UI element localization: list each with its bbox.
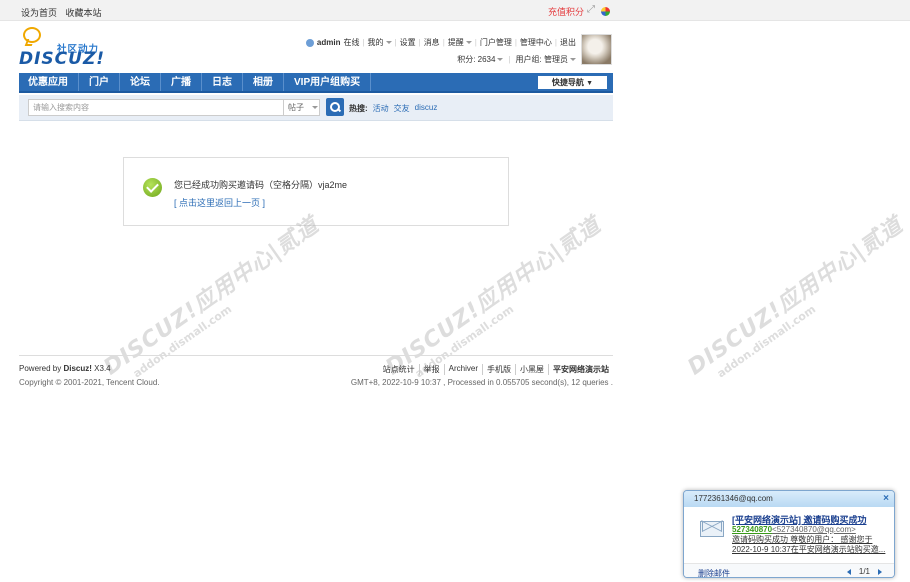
mail-sender[interactable]: 527340870<527340870@qq.com> xyxy=(732,525,856,534)
user-icon xyxy=(305,38,314,47)
hot-search-term[interactable]: 交友 xyxy=(394,103,410,114)
usergroup-menu[interactable]: 用户组: 管理员 xyxy=(516,54,576,65)
chevron-down-icon xyxy=(385,41,392,45)
check-circle-icon xyxy=(143,178,162,197)
mail-account: 1772361346@qq.com xyxy=(694,494,773,503)
footer-link-report[interactable]: 举报 xyxy=(418,364,444,375)
nav-item-album[interactable]: 相册 xyxy=(243,73,284,91)
credits-menu[interactable]: 积分: 2634 xyxy=(457,54,504,65)
speech-bubble-icon xyxy=(23,27,41,43)
chevron-down-icon xyxy=(312,106,319,110)
watermark: DISCUZ!应用中心|贰道 addon.dismall.com xyxy=(683,212,908,381)
avatar[interactable] xyxy=(581,34,612,65)
footer-processing-info: GMT+8, 2022-10-9 10:37 , Processed in 0.… xyxy=(350,378,613,387)
logout-link[interactable]: 退出 xyxy=(560,37,576,48)
nav-item-forum[interactable]: 论坛 xyxy=(120,73,161,91)
main-nav: 优惠应用 门户 论坛 广播 日志 相册 VIP用户组购买 快捷导航 ▼ xyxy=(19,73,613,93)
mail-notification-popup: 1772361346@qq.com × [平安网络演示站] 邀请码购买成功 52… xyxy=(683,490,895,578)
top-bar: 设为首页 收藏本站 充值积分 xyxy=(0,0,910,21)
username-link[interactable]: admin xyxy=(317,38,341,47)
messages-link[interactable]: 消息 xyxy=(424,37,440,48)
close-icon[interactable]: × xyxy=(883,491,889,507)
footer-link-stats[interactable]: 站点统计 xyxy=(379,364,419,375)
success-message-box: 您已经成功购买邀请码（空格分隔）vja2me [ 点击这里返回上一页 ] xyxy=(123,157,509,226)
hot-search-term[interactable]: 活动 xyxy=(373,103,389,114)
footer-link-archiver[interactable]: Archiver xyxy=(443,364,482,375)
footer: Powered by Discuz! X3.4 Copyright © 2001… xyxy=(19,355,613,387)
nav-item-broadcast[interactable]: 广播 xyxy=(161,73,202,91)
set-homepage-link[interactable]: 设为首页 xyxy=(21,8,57,18)
bookmark-site-link[interactable]: 收藏本站 xyxy=(66,8,102,18)
color-theme-icon[interactable] xyxy=(601,7,610,16)
nav-item-vip[interactable]: VIP用户组购买 xyxy=(284,73,372,91)
search-type-select[interactable]: 帖子 xyxy=(284,99,320,116)
envelope-icon xyxy=(700,521,724,537)
footer-link-mobile[interactable]: 手机版 xyxy=(482,364,515,375)
mail-page-count: 1/1 xyxy=(858,567,870,576)
footer-link-blackroom[interactable]: 小黑屋 xyxy=(515,364,548,375)
footer-site-name[interactable]: 平安网络演示站 xyxy=(548,364,613,375)
nav-item-deals[interactable]: 优惠应用 xyxy=(19,73,79,91)
my-menu[interactable]: 我的 xyxy=(368,37,392,48)
site-logo[interactable]: 社区动力 DISCUZ! xyxy=(19,27,109,69)
quick-nav-button[interactable]: 快捷导航 ▼ xyxy=(538,76,607,89)
mail-popup-header: 1772361346@qq.com × xyxy=(684,491,894,507)
fullscreen-icon[interactable] xyxy=(587,4,597,16)
search-bar: 请输入搜索内容 帖子 热搜: 活动 交友 discuz xyxy=(19,95,613,121)
chevron-down-icon xyxy=(465,41,472,45)
search-button[interactable] xyxy=(326,98,344,116)
mail-pager: 1/1 xyxy=(846,567,882,576)
nav-item-blog[interactable]: 日志 xyxy=(202,73,243,91)
admin-center-link[interactable]: 管理中心 xyxy=(520,37,552,48)
chevron-down-icon xyxy=(497,58,504,62)
hot-searches: 热搜: 活动 交友 discuz xyxy=(349,103,437,114)
mail-preview[interactable]: 邀请码购买成功 尊敬的用户： 感谢您于 2022-10-9 10:37在平安网络… xyxy=(732,535,886,555)
portal-manage-link[interactable]: 门户管理 xyxy=(480,37,512,48)
online-status: 在线 xyxy=(343,38,360,47)
next-arrow-icon[interactable] xyxy=(878,568,882,575)
discuz-link[interactable]: Discuz! xyxy=(63,364,91,373)
hot-search-term[interactable]: discuz xyxy=(415,103,438,114)
user-stats-bar: 积分: 2634 | 用户组: 管理员 xyxy=(457,54,576,65)
user-bar: admin 在线 | 我的 | 设置 | 消息 | 提醒 | 门户管理 | 管理… xyxy=(305,37,576,48)
nav-item-portal[interactable]: 门户 xyxy=(79,73,120,91)
success-message-text: 您已经成功购买邀请码（空格分隔）vja2me xyxy=(174,180,348,190)
prev-arrow-icon[interactable] xyxy=(846,568,851,575)
logo-wordmark: DISCUZ! xyxy=(19,49,106,69)
recharge-credits-link[interactable]: 充值积分 xyxy=(548,5,584,18)
back-link[interactable]: [ 点击这里返回上一页 ] xyxy=(174,196,265,209)
chevron-down-icon xyxy=(570,58,576,62)
reminders-menu[interactable]: 提醒 xyxy=(448,37,472,48)
settings-link[interactable]: 设置 xyxy=(400,37,416,48)
search-input[interactable]: 请输入搜索内容 xyxy=(28,99,284,116)
footer-links: 站点统计 举报 Archiver 手机版 小黑屋 平安网络演示站 xyxy=(379,364,613,375)
delete-mail-link[interactable]: 删除邮件 xyxy=(698,568,730,577)
hot-search-label: 热搜: xyxy=(349,104,368,113)
